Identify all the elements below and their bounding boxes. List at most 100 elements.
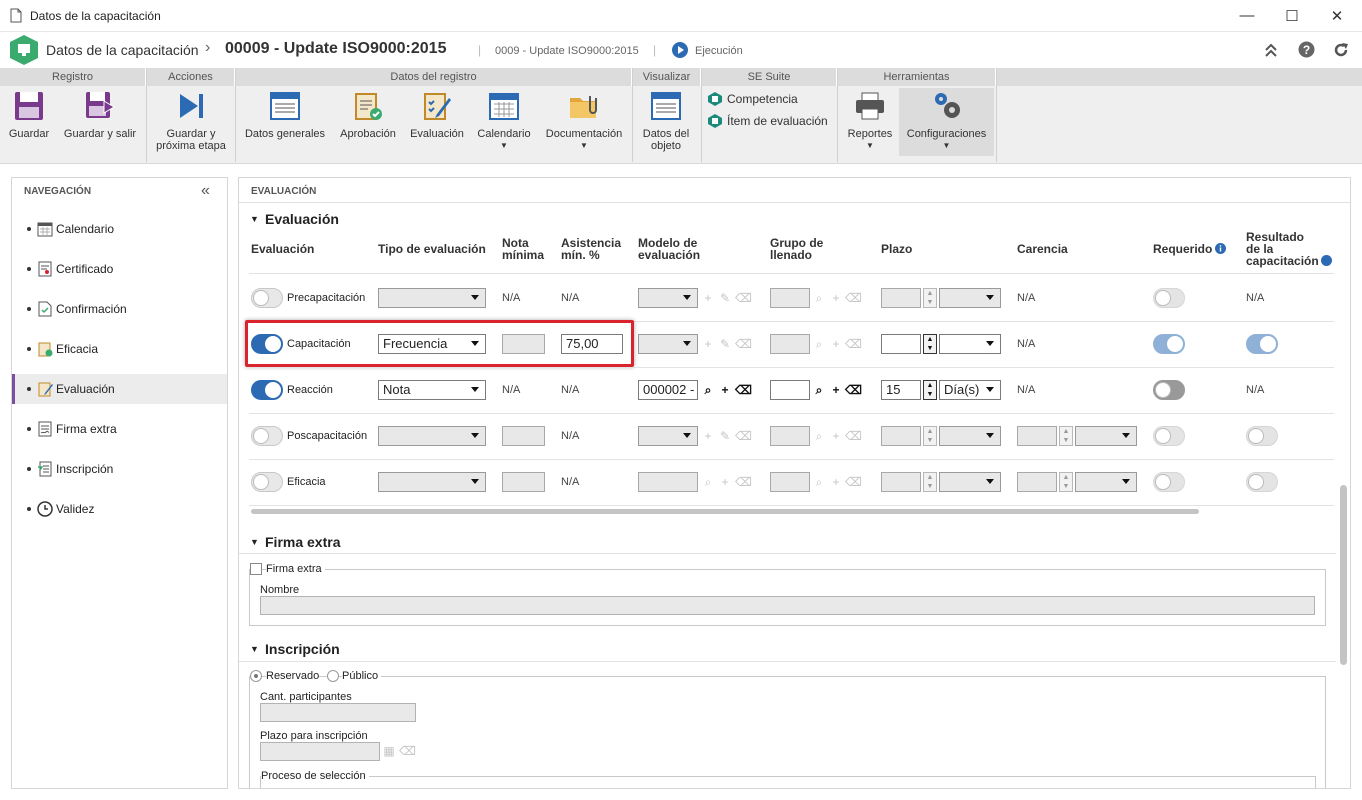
search-icon[interactable]: ⌕: [811, 381, 827, 399]
toggle-requerido[interactable]: [1153, 426, 1185, 446]
spinner-icon[interactable]: ▲ ▼: [923, 288, 937, 308]
tipo-select[interactable]: Nota: [378, 380, 486, 400]
clear-icon[interactable]: ⌫: [845, 473, 862, 491]
grupo-input[interactable]: [770, 288, 810, 308]
clear-icon[interactable]: ⌫: [735, 427, 752, 445]
edit-icon[interactable]: ✎: [717, 335, 733, 353]
spinner-icon[interactable]: ▲ ▼: [1059, 426, 1073, 446]
clear-icon[interactable]: ⌫: [735, 289, 752, 307]
plazo-input[interactable]: 15: [881, 380, 921, 400]
grupo-input[interactable]: [770, 426, 810, 446]
section-toggle-icon[interactable]: ▼: [250, 644, 259, 654]
plazo-input[interactable]: [881, 288, 921, 308]
carencia-unit-select[interactable]: [1075, 426, 1137, 446]
approval-button[interactable]: Aprobación: [337, 90, 399, 140]
plazo-unit-select[interactable]: [939, 472, 1001, 492]
reports-button[interactable]: Reportes ▼: [842, 90, 898, 152]
competence-link[interactable]: Competencia: [708, 92, 798, 106]
plus-icon[interactable]: +: [700, 427, 716, 445]
clear-icon[interactable]: ⌫: [735, 381, 752, 399]
tipo-select[interactable]: [378, 426, 486, 446]
edit-icon[interactable]: ✎: [717, 427, 733, 445]
toggle-eficacia[interactable]: [251, 472, 283, 492]
general-data-button[interactable]: Datos generales: [243, 90, 327, 140]
plazo-insc-input[interactable]: [260, 742, 380, 761]
edit-icon[interactable]: ✎: [717, 289, 733, 307]
plus-icon[interactable]: +: [828, 335, 844, 353]
grupo-input[interactable]: [770, 380, 810, 400]
plazo-input[interactable]: [881, 472, 921, 492]
nav-item-eficacia[interactable]: Eficacia: [12, 334, 227, 364]
close-button[interactable]: ✕: [1314, 0, 1360, 31]
plus-icon[interactable]: +: [828, 473, 844, 491]
clear-icon[interactable]: ⌫: [845, 381, 862, 399]
calendar-button[interactable]: Calendario ▼: [474, 90, 534, 152]
search-icon[interactable]: ⌕: [811, 427, 827, 445]
nav-item-confirmacion[interactable]: Confirmación: [12, 294, 227, 324]
search-icon[interactable]: ⌕: [700, 381, 716, 399]
config-button[interactable]: Configuraciones ▼: [899, 90, 994, 152]
save-next-button[interactable]: Guardar y próxima etapa: [152, 90, 230, 152]
nombre-input[interactable]: [260, 596, 1315, 615]
plazo-unit-select[interactable]: Día(s): [939, 380, 1001, 400]
nav-item-evaluacion[interactable]: Evaluación: [12, 374, 227, 404]
minimize-button[interactable]: —: [1224, 0, 1270, 31]
spinner-icon[interactable]: ▲ ▼: [923, 426, 937, 446]
publico-radio[interactable]: [327, 670, 339, 682]
clear-icon[interactable]: ⌫: [845, 427, 862, 445]
spinner-icon[interactable]: ▲ ▼: [1059, 472, 1073, 492]
carencia-input[interactable]: [1017, 426, 1057, 446]
clear-icon[interactable]: ⌫: [735, 335, 752, 353]
spinner-icon[interactable]: ▲ ▼: [923, 334, 937, 354]
spinner-icon[interactable]: ▲ ▼: [923, 472, 937, 492]
modelo-select[interactable]: [638, 288, 698, 308]
toggle-requerido[interactable]: [1153, 288, 1185, 308]
horizontal-scrollbar[interactable]: [251, 509, 1199, 514]
firma-extra-checkbox[interactable]: [250, 563, 262, 575]
section-toggle-icon[interactable]: ▼: [250, 537, 259, 547]
clear-icon[interactable]: ⌫: [399, 742, 416, 760]
toggle-precapacitacion[interactable]: [251, 288, 283, 308]
toggle-resultado[interactable]: [1246, 334, 1278, 354]
plazo-unit-select[interactable]: [939, 334, 1001, 354]
modelo-select[interactable]: [638, 334, 698, 354]
plus-icon[interactable]: +: [700, 289, 716, 307]
collapse-left-icon[interactable]: «: [201, 182, 210, 200]
object-data-button[interactable]: Datos del objeto: [636, 90, 696, 152]
toggle-requerido[interactable]: [1153, 472, 1185, 492]
evaluation-button[interactable]: Evaluación: [407, 90, 467, 140]
toggle-resultado[interactable]: [1246, 472, 1278, 492]
nav-item-firma-extra[interactable]: Firma extra: [12, 414, 227, 444]
toggle-requerido[interactable]: [1153, 334, 1185, 354]
plus-icon[interactable]: +: [828, 289, 844, 307]
plazo-input[interactable]: [881, 334, 921, 354]
plus-icon[interactable]: +: [717, 473, 733, 491]
toggle-poscapacitacion[interactable]: [251, 426, 283, 446]
info-icon[interactable]: [1215, 243, 1226, 254]
calendar-icon[interactable]: ▦: [381, 742, 397, 760]
plazo-unit-select[interactable]: [939, 288, 1001, 308]
carencia-input[interactable]: [1017, 472, 1057, 492]
search-icon[interactable]: ⌕: [811, 289, 827, 307]
save-exit-button[interactable]: Guardar y salir: [61, 90, 139, 140]
collapse-up-icon[interactable]: [1264, 42, 1278, 58]
reservado-radio[interactable]: [250, 670, 262, 682]
toggle-resultado[interactable]: [1246, 426, 1278, 446]
cant-input[interactable]: [260, 703, 416, 722]
plus-icon[interactable]: +: [717, 381, 733, 399]
documentation-button[interactable]: Documentación ▼: [542, 90, 626, 152]
grupo-input[interactable]: [770, 472, 810, 492]
refresh-icon[interactable]: [1332, 41, 1350, 59]
grupo-input[interactable]: [770, 334, 810, 354]
section-toggle-icon[interactable]: ▼: [250, 214, 259, 224]
nota-input[interactable]: [502, 472, 545, 492]
tipo-select[interactable]: [378, 472, 486, 492]
maximize-button[interactable]: ☐: [1269, 0, 1315, 31]
plus-icon[interactable]: +: [828, 427, 844, 445]
clear-icon[interactable]: ⌫: [845, 335, 862, 353]
eval-item-link[interactable]: Ítem de evaluación: [708, 114, 828, 128]
tipo-select[interactable]: [378, 288, 486, 308]
modelo-input[interactable]: 000002 -: [638, 380, 698, 400]
info-icon[interactable]: [1321, 255, 1332, 266]
plus-icon[interactable]: +: [828, 381, 844, 399]
